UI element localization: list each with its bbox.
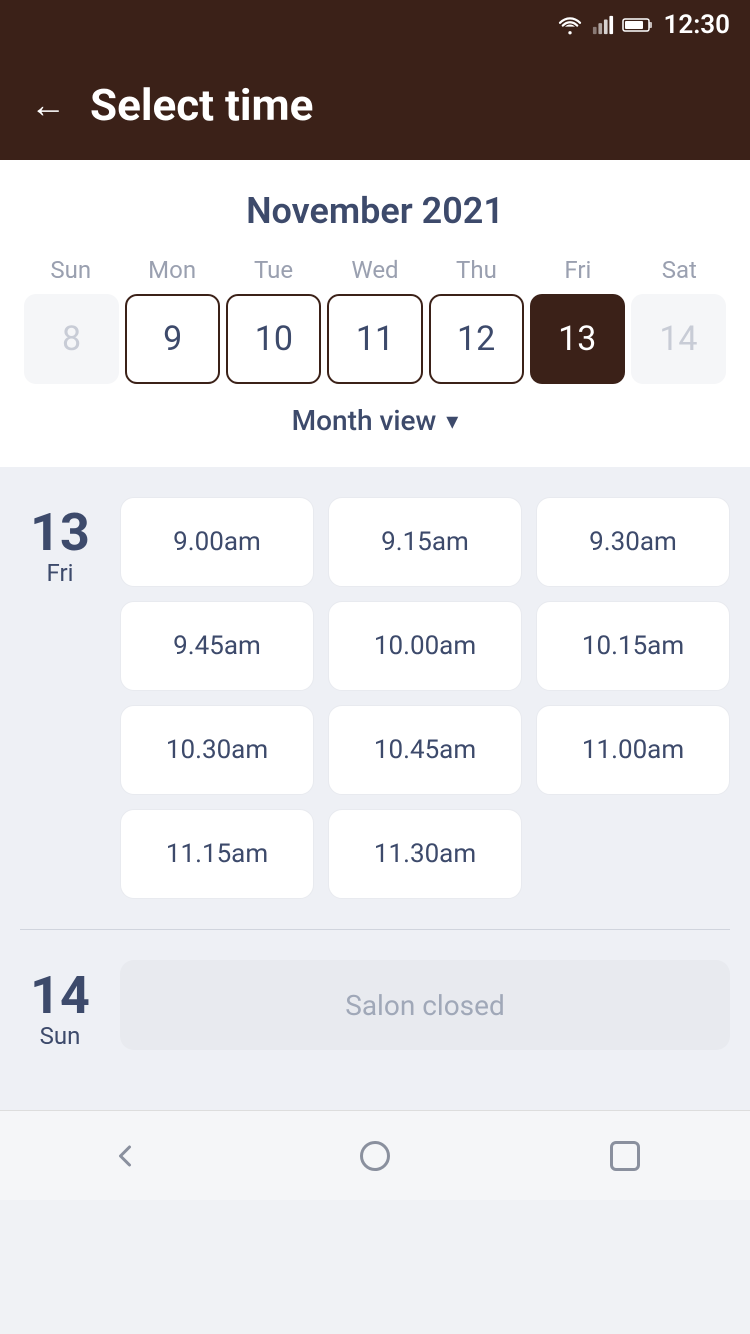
calendar-section: November 2021 Sun Mon Tue Wed Thu Fri Sa…	[0, 160, 750, 467]
back-button[interactable]: ←	[30, 84, 66, 126]
weekday-row: Sun Mon Tue Wed Thu Fri Sat	[20, 256, 730, 284]
day-10[interactable]: 10	[226, 294, 321, 384]
section-divider	[20, 929, 730, 930]
weekday-wed: Wed	[324, 256, 425, 284]
day-13[interactable]: 13	[530, 294, 625, 384]
nav-back-button[interactable]	[100, 1131, 150, 1181]
month-title: November 2021	[20, 190, 730, 232]
month-view-label: Month view	[292, 404, 437, 437]
time-slot-930am[interactable]: 9.30am	[536, 497, 730, 587]
time-slot-1030am[interactable]: 10.30am	[120, 705, 314, 795]
day-13-slots-grid: 9.00am 9.15am 9.30am 9.45am 10.00am 10.1…	[120, 497, 730, 899]
chevron-down-icon: ▾	[446, 407, 458, 435]
time-slot-1015am[interactable]: 10.15am	[536, 601, 730, 691]
weekday-sat: Sat	[629, 256, 730, 284]
weekday-sun: Sun	[20, 256, 121, 284]
battery-icon	[622, 16, 654, 34]
page-title: Select time	[90, 79, 313, 131]
weekday-fri: Fri	[527, 256, 628, 284]
wifi-icon	[556, 15, 584, 35]
days-row: 8 9 10 11 12 13 14	[20, 294, 730, 384]
month-view-toggle[interactable]: Month view ▾	[20, 384, 730, 447]
day-14-name: Sun	[40, 1022, 81, 1050]
day-14-label: 14 Sun	[20, 960, 100, 1050]
time-slot-1045am[interactable]: 10.45am	[328, 705, 522, 795]
back-nav-icon	[107, 1138, 143, 1174]
signal-icon	[592, 14, 614, 36]
time-slot-1130am[interactable]: 11.30am	[328, 809, 522, 899]
time-slot-1100am[interactable]: 11.00am	[536, 705, 730, 795]
status-bar: 12:30	[0, 0, 750, 50]
day-9[interactable]: 9	[125, 294, 220, 384]
day-14-number: 14	[30, 970, 90, 1022]
day-13-number: 13	[30, 507, 90, 559]
time-slot-915am[interactable]: 9.15am	[328, 497, 522, 587]
day-11[interactable]: 11	[327, 294, 422, 384]
time-slot-1115am[interactable]: 11.15am	[120, 809, 314, 899]
weekday-mon: Mon	[121, 256, 222, 284]
weekday-tue: Tue	[223, 256, 324, 284]
nav-recent-button[interactable]	[600, 1131, 650, 1181]
header: ← Select time	[0, 50, 750, 160]
day-14-section: 14 Sun Salon closed	[20, 960, 730, 1050]
day-8[interactable]: 8	[24, 294, 119, 384]
salon-closed-slot: Salon closed	[120, 960, 730, 1050]
status-time: 12:30	[664, 10, 731, 40]
day-12[interactable]: 12	[429, 294, 524, 384]
time-slot-900am[interactable]: 9.00am	[120, 497, 314, 587]
day-13-name: Fri	[47, 559, 74, 587]
nav-home-button[interactable]	[350, 1131, 400, 1181]
day-13-section: 13 Fri 9.00am 9.15am 9.30am 9.45am 10.00…	[20, 497, 730, 899]
home-nav-icon	[357, 1138, 393, 1174]
nav-bar	[0, 1110, 750, 1200]
day-14[interactable]: 14	[631, 294, 726, 384]
time-slot-1000am[interactable]: 10.00am	[328, 601, 522, 691]
weekday-thu: Thu	[426, 256, 527, 284]
day-13-label: 13 Fri	[20, 497, 100, 587]
signal-icons	[556, 14, 654, 36]
time-slot-945am[interactable]: 9.45am	[120, 601, 314, 691]
time-section: 13 Fri 9.00am 9.15am 9.30am 9.45am 10.00…	[0, 467, 750, 1110]
recent-nav-icon	[607, 1138, 643, 1174]
